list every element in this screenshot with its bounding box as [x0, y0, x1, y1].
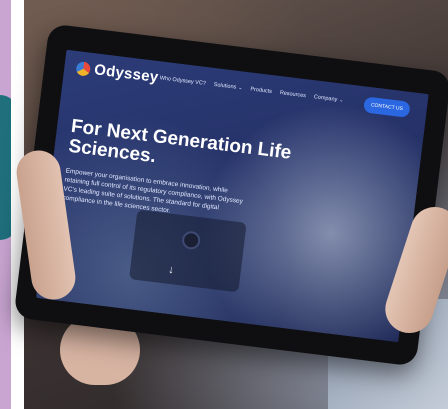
site-logo[interactable]: Odyssey	[75, 59, 159, 86]
nav-links: Who Odyssey VC? Solutions⌄ Products Reso…	[159, 75, 343, 104]
nav-item-company[interactable]: Company⌄	[313, 94, 343, 104]
logo-text: Odyssey	[93, 61, 160, 87]
nav-item-who[interactable]: Who Odyssey VC?	[159, 75, 206, 87]
contact-us-button[interactable]: CONTACT US	[363, 96, 411, 118]
chevron-down-icon: ⌄	[237, 84, 243, 92]
nav-item-products[interactable]: Products	[250, 86, 272, 95]
tablet-screen: Odyssey Who Odyssey VC? Solutions⌄ Produ…	[36, 49, 429, 343]
chevron-down-icon: ⌄	[338, 97, 344, 104]
nav-item-label: Products	[249, 86, 273, 96]
nav-item-label: Who Odyssey VC?	[159, 75, 207, 87]
odyssey-logo-icon	[75, 60, 92, 77]
nav-item-label: Resources	[279, 90, 307, 100]
nav-item-label: Solutions	[213, 81, 237, 91]
nav-item-solutions[interactable]: Solutions⌄	[213, 82, 242, 91]
nav-item-label: Company	[313, 94, 338, 104]
photo: Odyssey Who Odyssey VC? Solutions⌄ Produ…	[0, 0, 448, 409]
nav-item-resources[interactable]: Resources	[279, 90, 306, 99]
tablet-device: Odyssey Who Odyssey VC? Solutions⌄ Produ…	[13, 23, 448, 367]
